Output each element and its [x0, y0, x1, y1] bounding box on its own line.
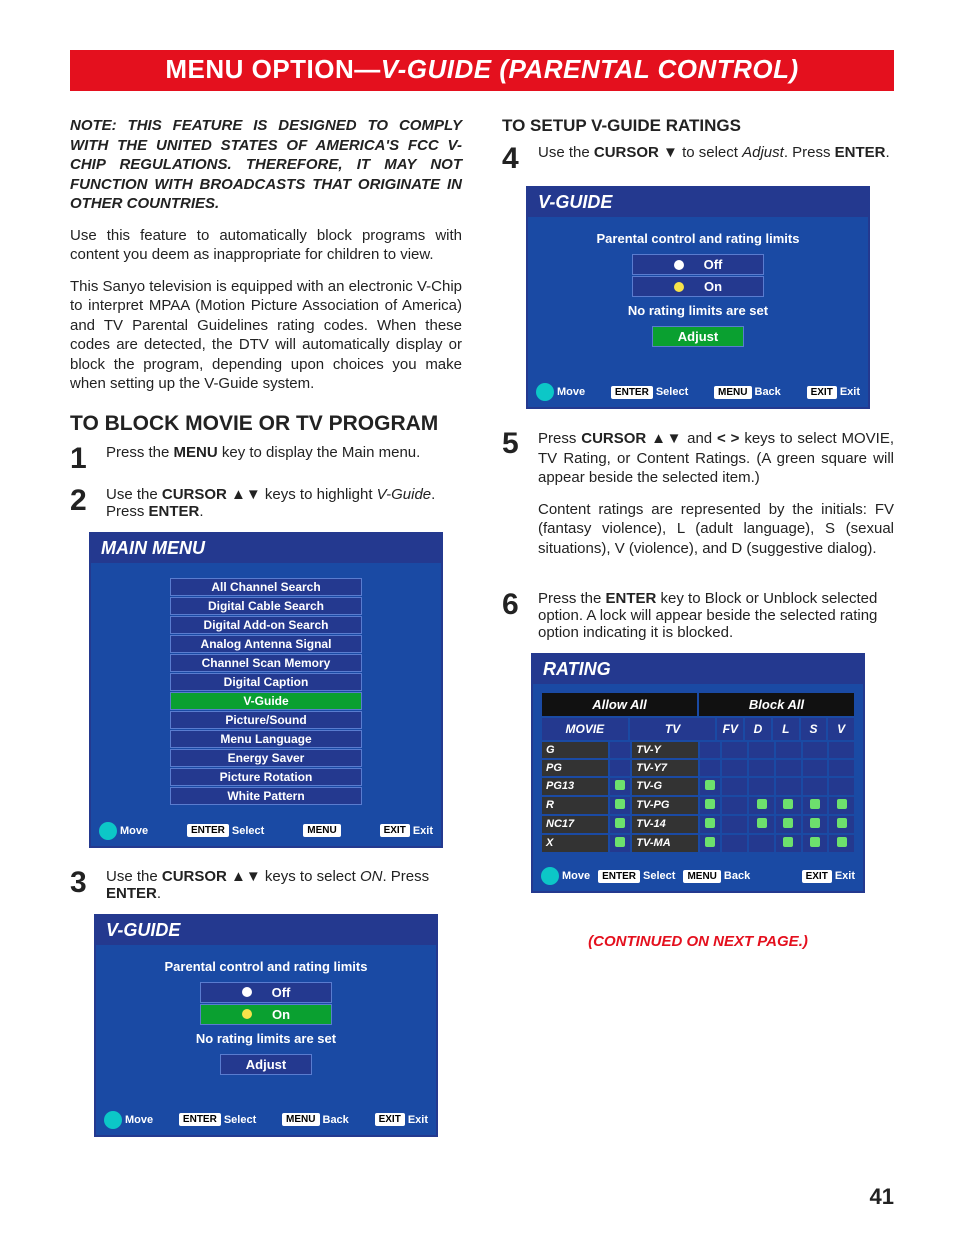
arrows-icon [104, 1111, 122, 1129]
vguide-nav-2: Move ENTERSelect MENUBack EXITExit [528, 377, 868, 407]
heading-setup: TO SETUP V-GUIDE RATINGS [502, 116, 894, 136]
left-column: NOTE: THIS FEATURE IS DESIGNED TO COMPLY… [70, 116, 462, 1157]
main-menu-item: Picture Rotation [170, 768, 362, 786]
vguide-panel-on: V-GUIDE Parental control and rating limi… [94, 914, 438, 1137]
main-menu-item: Digital Add-on Search [170, 616, 362, 634]
main-menu-item: Picture/Sound [170, 711, 362, 729]
arrows-icon [541, 867, 559, 885]
intro-para-2: This Sanyo television is equipped with a… [70, 277, 462, 394]
rating-nav: Move ENTERSelect MENUBack EXITExit [533, 861, 863, 891]
main-menu-item: V-Guide [170, 692, 362, 710]
arrows-icon [99, 822, 117, 840]
page-number: 41 [870, 1184, 894, 1210]
rating-panel: RATING Allow All Block All MOVIE TV FV D… [531, 653, 865, 893]
intro-para-1: Use this feature to automatically block … [70, 226, 462, 265]
page-banner: MENU OPTION—V-GUIDE (PARENTAL CONTROL) [70, 50, 894, 91]
arrows-icon [536, 383, 554, 401]
right-column: TO SETUP V-GUIDE RATINGS 4 Use the CURSO… [502, 116, 894, 1157]
continued-note: (CONTINUED ON NEXT PAGE.) [502, 933, 894, 950]
main-menu-item: Digital Caption [170, 673, 362, 691]
compliance-note: NOTE: THIS FEATURE IS DESIGNED TO COMPLY… [70, 116, 462, 214]
main-menu-items: All Channel SearchDigital Cable SearchDi… [91, 563, 441, 816]
vguide-panel-adjust: V-GUIDE Parental control and rating limi… [526, 186, 870, 409]
main-menu-item: Menu Language [170, 730, 362, 748]
heading-block: TO BLOCK MOVIE OR TV PROGRAM [70, 412, 462, 436]
main-menu-item: All Channel Search [170, 578, 362, 596]
main-menu-nav: Move ENTERSelect MENU EXITExit [91, 816, 441, 846]
step-2: 2 Use the CURSOR ▲▼ keys to highlight V-… [70, 486, 462, 520]
vguide-nav-1: Move ENTERSelect MENUBack EXITExit [96, 1105, 436, 1135]
step-6: 6 Press the ENTER key to Block or Unbloc… [502, 590, 894, 641]
banner-right: V-GUIDE (PARENTAL CONTROL) [381, 54, 799, 84]
step-4: 4 Use the CURSOR ▼ to select Adjust. Pre… [502, 144, 894, 174]
main-menu-item: White Pattern [170, 787, 362, 805]
main-menu-item: Digital Cable Search [170, 597, 362, 615]
main-menu-item: Analog Antenna Signal [170, 635, 362, 653]
main-menu-item: Energy Saver [170, 749, 362, 767]
banner-left: MENU OPTION— [165, 54, 380, 84]
step-5: 5 Press CURSOR ▲▼ and < > keys to select… [502, 429, 894, 570]
main-menu-panel: MAIN MENU All Channel SearchDigital Cabl… [89, 532, 443, 848]
main-menu-item: Channel Scan Memory [170, 654, 362, 672]
main-menu-title: MAIN MENU [91, 534, 441, 563]
step-3: 3 Use the CURSOR ▲▼ keys to select ON. P… [70, 868, 462, 902]
step-1: 1 Press the MENU key to display the Main… [70, 444, 462, 474]
